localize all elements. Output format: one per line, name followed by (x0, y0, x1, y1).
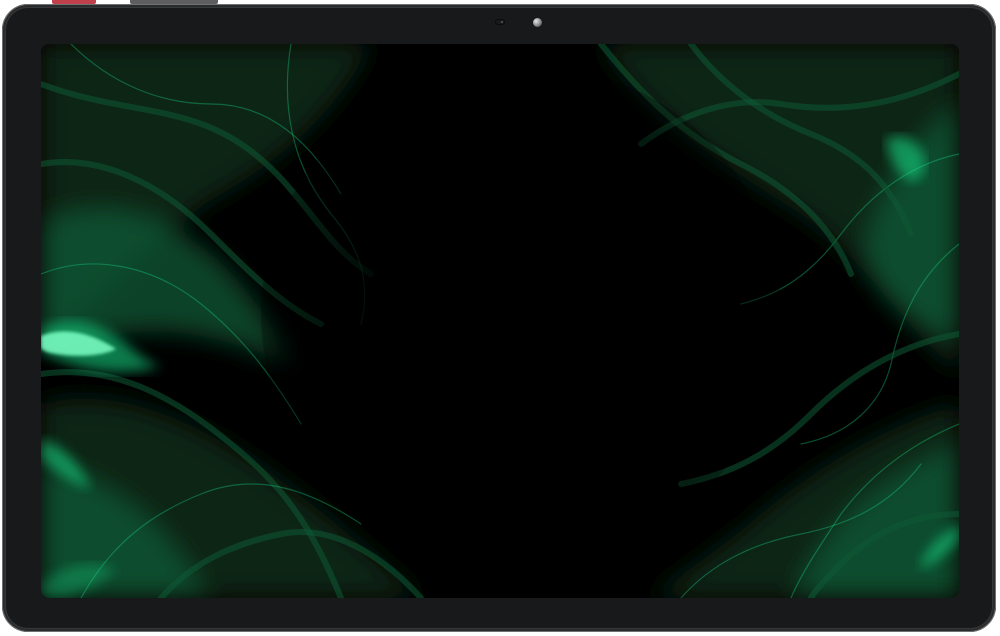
front-camera-icon (533, 18, 542, 27)
ambient-light-sensor-icon (496, 20, 504, 24)
wallpaper-dark-center (261, 64, 781, 564)
tablet-body (2, 4, 996, 632)
home-screen-wallpaper (41, 44, 959, 598)
tablet-product-shot (0, 0, 1000, 636)
wallpaper-art (41, 44, 959, 598)
